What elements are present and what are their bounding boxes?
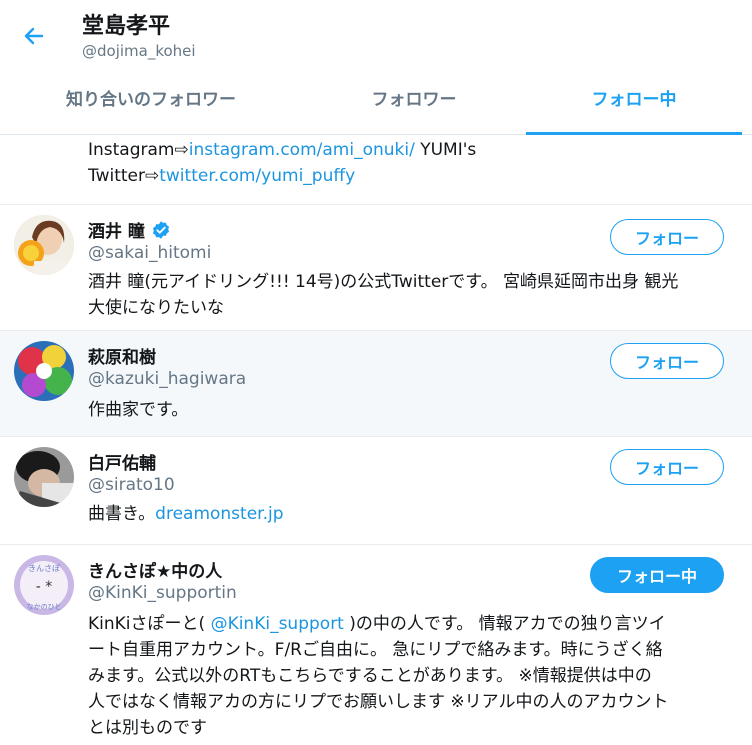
verified-badge-icon [152,220,169,239]
svg-text:- *: - * [36,579,53,595]
bio-text: Twitter⇨ [88,166,160,186]
list-item[interactable]: 白戸佑輔 @sirato10 フォロー 曲書き。dreamonster.jp [0,437,752,545]
follow-button[interactable]: フォロー [610,219,724,255]
user-handle: @sakai_hitomi [88,243,212,263]
bio-line: 大使になりたいな [88,298,224,318]
bio-line: 人ではなく情報アカの方にリプでお願いします ※リアル中の人のアカウント [88,692,669,712]
website-link[interactable]: dreamonster.jp [155,504,283,524]
avatar[interactable] [14,341,74,401]
bio-line: とは別ものです [88,718,207,738]
profile-handle: @dojima_kohei [82,42,196,60]
bio-text: )の中の人です。 情報アカでの独り言ツイ [343,614,666,634]
bio-line: Instagram⇨instagram.com/ami_onuki/ YUMI'… [88,137,732,163]
tab-followers-you-know[interactable]: 知り合いのフォロワー [0,82,302,134]
user-name[interactable]: きんさぽ★中の人 [88,557,222,582]
user-list: Instagram⇨instagram.com/ami_onuki/ YUMI'… [0,135,752,745]
user-name-text: 酒井 瞳 [88,222,145,242]
profile-header: 堂島孝平 @dojima_kohei [0,0,752,82]
tab-following[interactable]: フォロー中 [526,82,742,135]
tab-spacer [742,82,752,134]
user-name[interactable]: 萩原和樹 [88,343,156,368]
bio-line: Twitter⇨twitter.com/yumi_puffy [88,163,732,189]
list-item[interactable]: 酒井 瞳 @sakai_hitomi フォロー 酒井 瞳(元アイドリング!!! … [0,205,752,331]
back-button[interactable] [14,18,54,54]
user-bio: KinKiさぽーと( @KinKi_support )の中の人です。 情報アカで… [88,611,734,741]
user-handle: @KinKi_supportin [88,583,237,603]
bio-line: ート自重用アカウント。F/Rご自由に。 急にリプで絡みます。時にうざく絡 [88,640,663,660]
tab-followers[interactable]: フォロワー [302,82,526,134]
user-bio: 作曲家です。 [88,400,189,420]
avatar[interactable] [14,447,74,507]
avatar[interactable] [14,215,74,275]
user-handle: @sirato10 [88,475,175,495]
list-item-partial-bio: Instagram⇨instagram.com/ami_onuki/ YUMI'… [0,135,752,205]
list-item[interactable]: きんさぽ - * なかのひと きんさぽ★中の人 @KinKi_supportin… [0,545,752,745]
avatar-text-top: きんさぽ [28,564,60,573]
user-handle: @kazuki_hagiwara [88,369,247,389]
twitter-link[interactable]: twitter.com/yumi_puffy [159,166,355,186]
avatar-text-bottom: なかのひと [27,603,62,611]
user-bio: 曲書き。dreamonster.jp [88,501,734,527]
user-name[interactable]: 白戸佑輔 [88,449,156,474]
follow-button[interactable]: フォロー [610,343,724,379]
arrow-left-icon [24,27,44,45]
user-name[interactable]: 酒井 瞳 [88,217,171,242]
list-item[interactable]: 萩原和樹 @kazuki_hagiwara フォロー 作曲家です。 [0,331,752,437]
profile-name: 堂島孝平 [82,14,171,39]
bio-text: Instagram⇨ [88,140,189,160]
user-bio: 酒井 瞳(元アイドリング!!! 14号)の公式Twitterです。 宮崎県延岡市… [88,269,734,321]
instagram-link[interactable]: instagram.com/ami_onuki/ [189,140,415,160]
tab-bar: 知り合いのフォロワー フォロワー フォロー中 [0,82,752,135]
avatar[interactable]: きんさぽ - * なかのひと [14,555,74,615]
follow-button[interactable]: フォロー [610,449,724,485]
bio-line: KinKiさぽーと( @KinKi_support )の中の人です。 情報アカで… [88,611,734,637]
bio-line: みます。公式以外のRTもこちらですることがあります。 ※情報提供は中の [88,666,652,686]
bio-line: 酒井 瞳(元アイドリング!!! 14号)の公式Twitterです。 宮崎県延岡市… [88,272,679,292]
bio-text: 曲書き。 [88,504,156,524]
mention-link[interactable]: @KinKi_support [211,614,344,634]
bio-text: YUMI's [414,140,477,160]
bio-text: KinKiさぽーと( [88,614,211,634]
following-button[interactable]: フォロー中 [590,557,724,593]
